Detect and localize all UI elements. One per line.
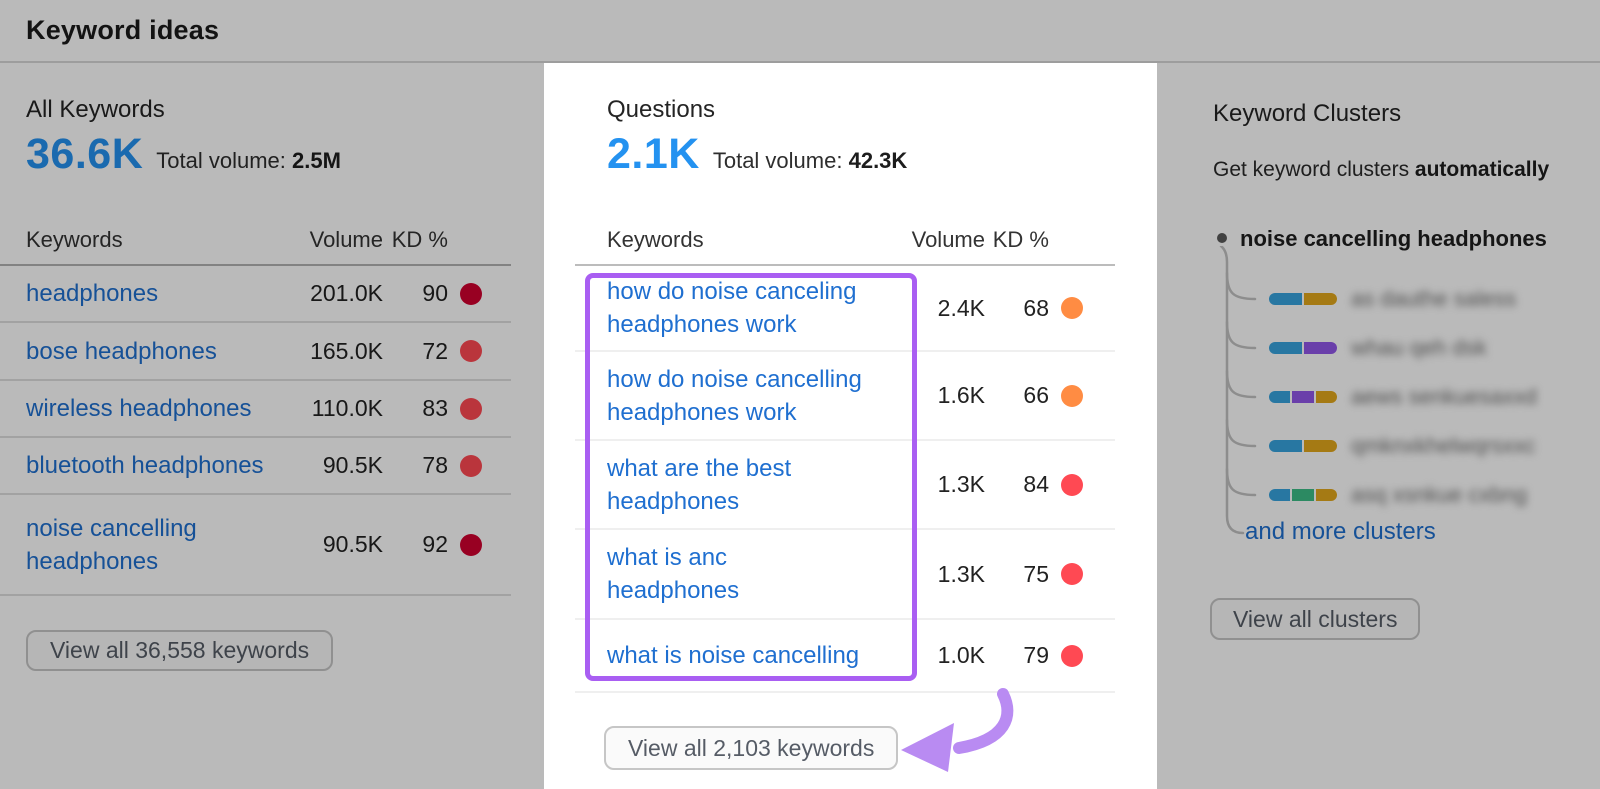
cluster-pill <box>1269 342 1337 354</box>
cluster-bullet-icon <box>1217 233 1227 243</box>
view-all-keywords-button[interactable]: View all 36,558 keywords <box>26 630 333 671</box>
col-volume: Volume <box>887 227 985 253</box>
main-cluster-label[interactable]: noise cancelling headphones <box>1240 226 1547 252</box>
cluster-label-blurred[interactable]: as dauthe saless <box>1351 286 1516 312</box>
cluster-label-blurred[interactable]: whau qeh dsk <box>1351 335 1487 361</box>
clusters-title: Keyword Clusters <box>1213 100 1401 128</box>
table-row: bose headphones 165.0K 72 <box>0 323 511 381</box>
total-volume-label: Total volume: <box>156 148 286 173</box>
cluster-pill <box>1269 489 1337 501</box>
volume-value: 1.3K <box>887 561 985 588</box>
cluster-pill <box>1269 391 1337 403</box>
table-row: headphones 201.0K 90 <box>0 266 511 323</box>
kd-dot <box>460 340 482 362</box>
table-row: noise cancellingheadphones 90.5K 92 <box>0 495 511 596</box>
cluster-row[interactable]: as dauthe saless <box>1269 286 1516 312</box>
cluster-row[interactable]: aews senkuesaxxd <box>1269 384 1537 410</box>
col-kd: KD % <box>383 227 448 253</box>
all-keywords-stat: 36.6K Total volume: 2.5M <box>26 130 341 179</box>
total-volume-label: Total volume: <box>713 148 843 173</box>
volume-value: 90.5K <box>290 531 383 558</box>
table-row: how do noise cancellingheadphones work 1… <box>575 352 1115 441</box>
questions-table: Keywords Volume KD % how do noise cancel… <box>575 216 1115 693</box>
total-volume-value: 2.5M <box>292 148 341 173</box>
cluster-label-blurred[interactable]: qmknxkhelwqrsxxc <box>1351 433 1536 459</box>
kd-value: 68 <box>985 295 1049 322</box>
questions-count: 2.1K <box>607 130 700 179</box>
kd-dot <box>460 283 482 305</box>
keyword-link[interactable]: headphones <box>26 277 290 310</box>
questions-panel: Questions 2.1K Total volume: 42.3K Keywo… <box>544 63 1157 789</box>
kd-value: 72 <box>383 338 448 365</box>
keyword-link[interactable]: bose headphones <box>26 335 290 368</box>
volume-value: 1.6K <box>887 382 985 409</box>
kd-dot <box>1061 563 1083 585</box>
col-keywords: Keywords <box>26 227 290 253</box>
keyword-ideas-widget: Keyword ideas All Keywords 36.6K Total v… <box>0 0 1600 789</box>
kd-value: 83 <box>383 395 448 422</box>
col-volume: Volume <box>290 227 383 253</box>
kd-dot <box>1061 385 1083 407</box>
page-title: Keyword ideas <box>26 15 219 46</box>
col-kd: KD % <box>985 227 1049 253</box>
kd-dot <box>1061 645 1083 667</box>
cluster-pill <box>1269 440 1337 452</box>
volume-value: 1.0K <box>887 642 985 669</box>
cluster-row[interactable]: whau qeh dsk <box>1269 335 1487 361</box>
volume-value: 110.0K <box>290 395 383 422</box>
kd-dot <box>460 455 482 477</box>
cluster-row[interactable]: asq xsnkue cxbng <box>1269 482 1527 508</box>
kd-value: 75 <box>985 561 1049 588</box>
kd-dot <box>460 534 482 556</box>
table-row: what are the bestheadphones 1.3K 84 <box>575 441 1115 530</box>
view-all-clusters-button[interactable]: View all clusters <box>1210 598 1420 640</box>
all-keywords-table: Keywords Volume KD % headphones 201.0K 9… <box>0 216 511 596</box>
cluster-pill <box>1269 293 1337 305</box>
questions-title: Questions <box>607 96 715 124</box>
kd-value: 90 <box>383 280 448 307</box>
volume-value: 165.0K <box>290 338 383 365</box>
table-header-row: Keywords Volume KD % <box>575 216 1115 266</box>
more-clusters-link[interactable]: and more clusters <box>1245 518 1436 546</box>
volume-value: 2.4K <box>887 295 985 322</box>
table-row: how do noise cancelingheadphones work 2.… <box>575 266 1115 352</box>
keyword-link[interactable]: what is ancheadphones <box>607 541 887 607</box>
cluster-row[interactable]: qmknxkhelwqrsxxc <box>1269 433 1536 459</box>
table-header-row: Keywords Volume KD % <box>0 216 511 266</box>
table-row: what is noise cancelling 1.0K 79 <box>575 620 1115 693</box>
keyword-link[interactable]: how do noise cancellingheadphones work <box>607 363 887 429</box>
kd-value: 84 <box>985 471 1049 498</box>
kd-value: 66 <box>985 382 1049 409</box>
keyword-link[interactable]: how do noise cancelingheadphones work <box>607 275 887 341</box>
kd-value: 78 <box>383 452 448 479</box>
keyword-link[interactable]: noise cancellingheadphones <box>26 512 290 578</box>
clusters-subtitle: Get keyword clusters automatically <box>1213 158 1549 182</box>
kd-dot <box>1061 474 1083 496</box>
keyword-link[interactable]: bluetooth headphones <box>26 449 290 482</box>
volume-value: 201.0K <box>290 280 383 307</box>
kd-value: 92 <box>383 531 448 558</box>
keyword-link[interactable]: what is noise cancelling <box>607 639 887 672</box>
table-row: wireless headphones 110.0K 83 <box>0 381 511 438</box>
cluster-label-blurred[interactable]: asq xsnkue cxbng <box>1351 482 1527 508</box>
all-keywords-title: All Keywords <box>26 96 165 124</box>
keyword-link[interactable]: what are the bestheadphones <box>607 452 887 518</box>
view-all-questions-button[interactable]: View all 2,103 keywords <box>604 726 898 770</box>
cluster-label-blurred[interactable]: aews senkuesaxxd <box>1351 384 1537 410</box>
col-keywords: Keywords <box>607 227 887 253</box>
kd-dot <box>460 398 482 420</box>
volume-value: 90.5K <box>290 452 383 479</box>
table-row: bluetooth headphones 90.5K 78 <box>0 438 511 495</box>
questions-stat: 2.1K Total volume: 42.3K <box>607 130 907 179</box>
cluster-tree-connector <box>1205 246 1275 546</box>
volume-value: 1.3K <box>887 471 985 498</box>
kd-dot <box>1061 297 1083 319</box>
keyword-link[interactable]: wireless headphones <box>26 392 290 425</box>
total-volume-value: 42.3K <box>849 148 908 173</box>
widget-header: Keyword ideas <box>0 0 1600 63</box>
kd-value: 79 <box>985 642 1049 669</box>
all-keywords-count: 36.6K <box>26 130 143 179</box>
table-row: what is ancheadphones 1.3K 75 <box>575 530 1115 620</box>
